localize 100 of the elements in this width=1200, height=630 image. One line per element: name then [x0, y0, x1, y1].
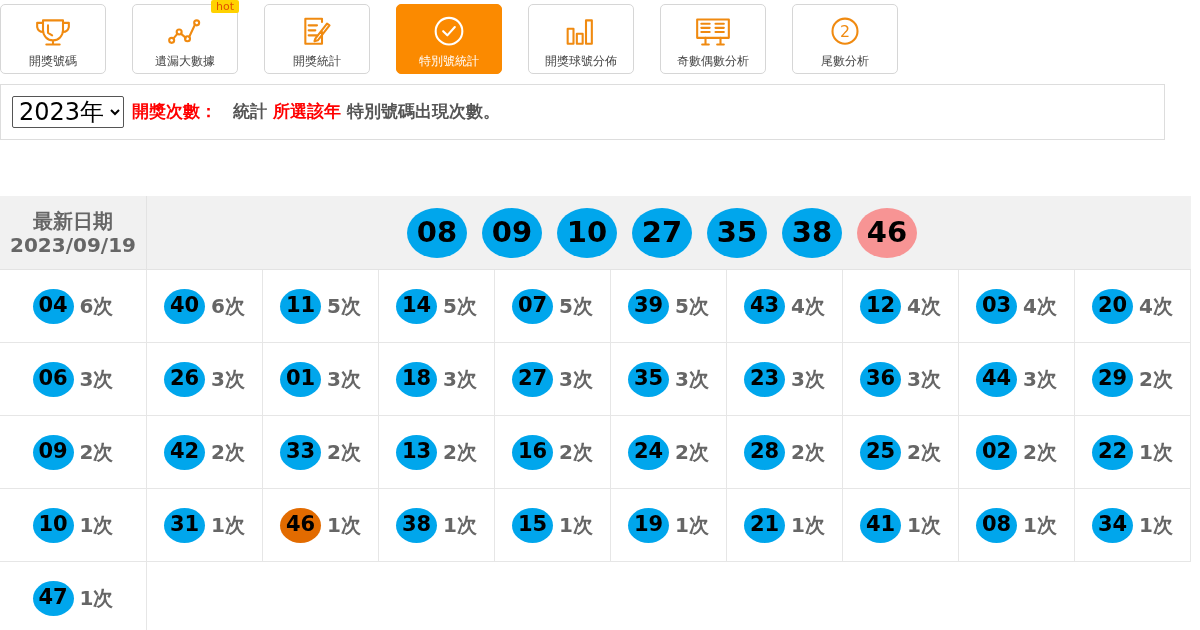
number-ball: 46: [280, 507, 322, 543]
year-dropdown[interactable]: 2023年: [12, 96, 124, 128]
count-text: 6次: [79, 293, 114, 320]
number-ball: 42: [164, 434, 206, 470]
count-text: 1次: [211, 512, 245, 539]
count-text: 3次: [211, 366, 245, 393]
count-text: 4次: [907, 293, 941, 320]
number-ball: 28: [744, 434, 786, 470]
count-text: 4次: [791, 293, 825, 320]
count-text: 2次: [211, 439, 245, 466]
tab-button[interactable]: 奇數偶數分析: [660, 4, 766, 74]
number-ball: 01: [280, 361, 322, 397]
count-text: 3次: [1023, 366, 1057, 393]
count-text: 1次: [79, 512, 114, 539]
count-text: 1次: [675, 512, 709, 539]
count-text: 1次: [327, 512, 361, 539]
number-ball: 47: [32, 580, 74, 616]
number-ball: 02: [976, 434, 1018, 470]
number-ball: 07: [512, 288, 554, 324]
hot-badge: hot: [211, 0, 239, 13]
count-text: 3次: [907, 366, 941, 393]
number-ball: 20: [1092, 288, 1134, 324]
number-ball: 22: [1092, 434, 1134, 470]
tab-button[interactable]: 2 尾數分析: [792, 4, 898, 74]
number-ball: 11: [280, 288, 322, 324]
number-ball: 39: [628, 288, 670, 324]
number-ball: 09: [32, 434, 74, 470]
filter-label: 開獎次數：: [132, 100, 217, 124]
number-ball: 10: [557, 207, 617, 258]
number-ball: 09: [482, 207, 542, 258]
count-text: 5次: [327, 293, 361, 320]
number-ball: 21: [744, 507, 786, 543]
count-text: 1次: [1023, 512, 1057, 539]
number-ball: 46: [857, 207, 917, 258]
count-text: 2次: [559, 439, 593, 466]
count-text: 1次: [1139, 439, 1173, 466]
number-ball: 06: [32, 361, 74, 397]
number-ball: 19: [628, 507, 670, 543]
description-text: 統計 所選該年 特別號碼出現次數。: [233, 100, 500, 124]
number-ball: 41: [860, 507, 902, 543]
count-text: 2次: [1023, 439, 1057, 466]
count-text: 5次: [675, 293, 709, 320]
number-ball: 12: [860, 288, 902, 324]
number-ball: 27: [632, 207, 692, 258]
tab-button[interactable]: 開獎統計: [264, 4, 370, 74]
count-text: 1次: [443, 512, 477, 539]
number-ball: 04: [32, 288, 74, 324]
count-text: 2次: [1139, 366, 1173, 393]
count-text: 2次: [79, 439, 114, 466]
number-ball: 24: [628, 434, 670, 470]
latest-date: 2023/09/19: [10, 232, 136, 257]
count-text: 3次: [443, 366, 477, 393]
number-ball: 25: [860, 434, 902, 470]
number-ball: 35: [707, 207, 767, 258]
count-text: 4次: [1023, 293, 1057, 320]
count-text: 1次: [907, 512, 941, 539]
number-ball: 31: [164, 507, 206, 543]
count-text: 2次: [907, 439, 941, 466]
number-ball: 10: [32, 507, 74, 543]
count-text: 2次: [791, 439, 825, 466]
number-ball: 03: [976, 288, 1018, 324]
number-ball: 26: [164, 361, 206, 397]
count-text: 5次: [443, 293, 477, 320]
number-ball: 38: [396, 507, 438, 543]
number-ball: 13: [396, 434, 438, 470]
number-ball: 29: [1092, 361, 1134, 397]
count-text: 3次: [327, 366, 361, 393]
count-text: 4次: [1139, 293, 1173, 320]
date-label: 最新日期: [33, 208, 113, 233]
number-ball: 14: [396, 288, 438, 324]
count-text: 1次: [791, 512, 825, 539]
count-text: 2次: [443, 439, 477, 466]
count-text: 3次: [559, 366, 593, 393]
number-ball: 40: [164, 288, 206, 324]
number-ball: 23: [744, 361, 786, 397]
count-text: 3次: [791, 366, 825, 393]
count-text: 3次: [675, 366, 709, 393]
number-ball: 33: [280, 434, 322, 470]
count-text: 2次: [675, 439, 709, 466]
number-ball: 36: [860, 361, 902, 397]
number-ball: 43: [744, 288, 786, 324]
tab-button[interactable]: 開獎號碼: [0, 4, 106, 74]
count-text: 3次: [79, 366, 114, 393]
count-text: 1次: [559, 512, 593, 539]
number-ball: 16: [512, 434, 554, 470]
number-ball: 27: [512, 361, 554, 397]
number-ball: 15: [512, 507, 554, 543]
number-ball: 44: [976, 361, 1018, 397]
number-ball: 18: [396, 361, 438, 397]
count-text: 6次: [211, 293, 245, 320]
number-ball: 38: [782, 207, 842, 258]
count-text: 5次: [559, 293, 593, 320]
number-ball: 08: [407, 207, 467, 258]
number-ball: 35: [628, 361, 670, 397]
count-text: 1次: [79, 585, 114, 612]
count-text: 1次: [1139, 512, 1173, 539]
number-ball: 08: [976, 507, 1018, 543]
number-ball: 34: [1092, 507, 1134, 543]
tab-button[interactable]: 開獎球號分佈: [528, 4, 634, 74]
count-text: 2次: [327, 439, 361, 466]
